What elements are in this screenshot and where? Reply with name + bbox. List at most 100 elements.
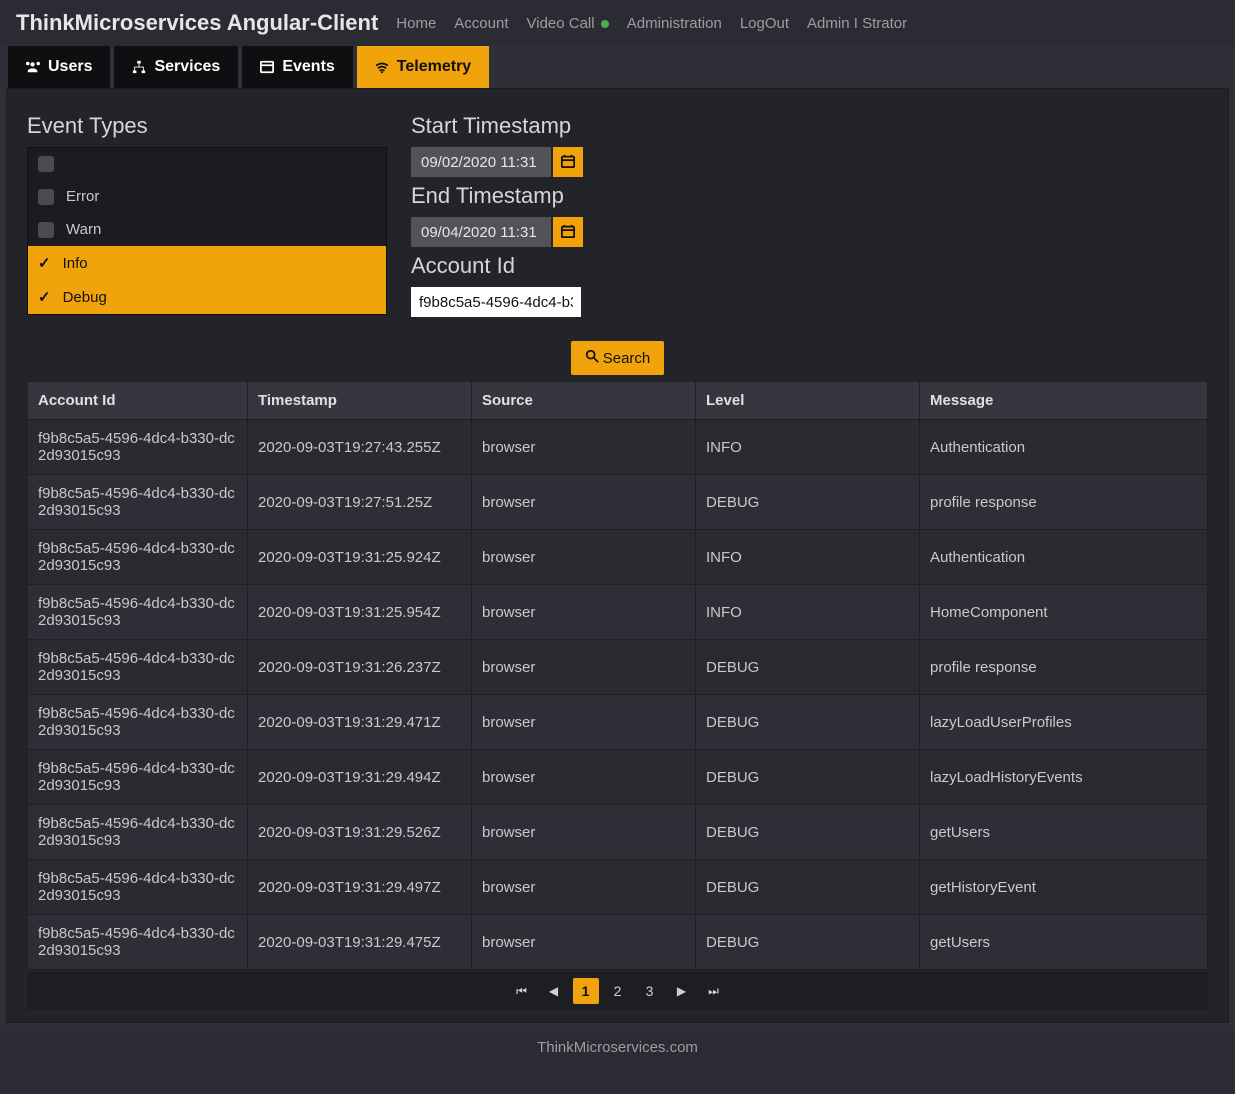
col-account-id[interactable]: Account Id	[28, 382, 248, 420]
event-type-debug[interactable]: ✓ Debug	[28, 280, 386, 314]
table-row[interactable]: f9b8c5a5-4596-4dc4-b330-dc2d93015c932020…	[28, 915, 1208, 970]
tab-users-label: Users	[48, 58, 92, 76]
cell-timestamp: 2020-09-03T19:31:25.954Z	[248, 585, 472, 640]
telemetry-table: Account Id Timestamp Source Level Messag…	[27, 381, 1208, 970]
cell-level: DEBUG	[696, 860, 920, 915]
cell-level: DEBUG	[696, 750, 920, 805]
event-types-heading: Event Types	[27, 113, 387, 139]
paginator-page-3[interactable]: 3	[637, 978, 663, 1004]
table-row[interactable]: f9b8c5a5-4596-4dc4-b330-dc2d93015c932020…	[28, 860, 1208, 915]
nav-account[interactable]: Account	[454, 15, 508, 32]
cell-message: lazyLoadUserProfiles	[920, 695, 1208, 750]
end-timestamp-picker-button[interactable]	[553, 217, 583, 247]
cell-account-id: f9b8c5a5-4596-4dc4-b330-dc2d93015c93	[28, 805, 248, 860]
table-body: f9b8c5a5-4596-4dc4-b330-dc2d93015c932020…	[28, 420, 1208, 970]
col-timestamp[interactable]: Timestamp	[248, 382, 472, 420]
cell-message: getUsers	[920, 805, 1208, 860]
checkbox-icon	[38, 222, 54, 238]
paginator-page-1[interactable]: 1	[573, 978, 599, 1004]
event-types-section: Event Types Error Warn ✓	[27, 113, 387, 315]
cell-account-id: f9b8c5a5-4596-4dc4-b330-dc2d93015c93	[28, 915, 248, 970]
search-button[interactable]: Search	[571, 341, 665, 375]
wifi-icon	[375, 60, 389, 74]
sitemap-icon	[132, 60, 146, 74]
event-type-debug-label: Debug	[63, 289, 107, 306]
tab-telemetry-label: Telemetry	[397, 58, 471, 76]
nav-administration[interactable]: Administration	[627, 15, 722, 32]
calendar-icon	[260, 60, 274, 74]
table-row[interactable]: f9b8c5a5-4596-4dc4-b330-dc2d93015c932020…	[28, 420, 1208, 475]
account-id-input[interactable]	[411, 287, 581, 317]
account-id-heading: Account Id	[411, 253, 583, 279]
checkbox-icon	[38, 189, 54, 205]
table-row[interactable]: f9b8c5a5-4596-4dc4-b330-dc2d93015c932020…	[28, 640, 1208, 695]
cell-level: INFO	[696, 585, 920, 640]
paginator-last[interactable]: ⏭	[701, 978, 727, 1004]
cell-source: browser	[472, 750, 696, 805]
nav-video-call[interactable]: Video Call	[527, 15, 609, 32]
event-type-info-label: Info	[63, 255, 88, 272]
table-row[interactable]: f9b8c5a5-4596-4dc4-b330-dc2d93015c932020…	[28, 805, 1208, 860]
cell-message: lazyLoadHistoryEvents	[920, 750, 1208, 805]
table-row[interactable]: f9b8c5a5-4596-4dc4-b330-dc2d93015c932020…	[28, 475, 1208, 530]
paginator-page-2[interactable]: 2	[605, 978, 631, 1004]
cell-source: browser	[472, 860, 696, 915]
start-timestamp-heading: Start Timestamp	[411, 113, 583, 139]
start-timestamp-picker-button[interactable]	[553, 147, 583, 177]
calendar-icon	[561, 154, 575, 171]
cell-level: DEBUG	[696, 805, 920, 860]
table-row[interactable]: f9b8c5a5-4596-4dc4-b330-dc2d93015c932020…	[28, 750, 1208, 805]
table-row[interactable]: f9b8c5a5-4596-4dc4-b330-dc2d93015c932020…	[28, 585, 1208, 640]
event-type-all[interactable]	[28, 148, 386, 180]
nav-logout[interactable]: LogOut	[740, 15, 789, 32]
first-page-icon: ⏮	[516, 984, 527, 999]
cell-source: browser	[472, 585, 696, 640]
cell-account-id: f9b8c5a5-4596-4dc4-b330-dc2d93015c93	[28, 530, 248, 585]
cell-account-id: f9b8c5a5-4596-4dc4-b330-dc2d93015c93	[28, 860, 248, 915]
event-type-error-label: Error	[66, 188, 99, 205]
tab-telemetry[interactable]: Telemetry	[357, 46, 489, 88]
paginator-next[interactable]: ▶	[669, 978, 695, 1004]
paginator-prev[interactable]: ◀	[541, 978, 567, 1004]
cell-level: DEBUG	[696, 640, 920, 695]
col-message[interactable]: Message	[920, 382, 1208, 420]
end-timestamp-input[interactable]	[411, 217, 551, 247]
cell-timestamp: 2020-09-03T19:31:29.526Z	[248, 805, 472, 860]
cell-timestamp: 2020-09-03T19:31:29.471Z	[248, 695, 472, 750]
cell-source: browser	[472, 640, 696, 695]
tab-users[interactable]: Users	[8, 46, 110, 88]
filters: Event Types Error Warn ✓	[27, 113, 1208, 323]
cell-level: INFO	[696, 530, 920, 585]
admin-tabs: Users Services Events Telemetry	[6, 46, 1229, 88]
tab-events-label: Events	[282, 58, 334, 76]
tab-events[interactable]: Events	[242, 46, 352, 88]
event-type-error[interactable]: Error	[28, 180, 386, 213]
search-button-label: Search	[603, 350, 651, 367]
cell-timestamp: 2020-09-03T19:31:26.237Z	[248, 640, 472, 695]
table-row[interactable]: f9b8c5a5-4596-4dc4-b330-dc2d93015c932020…	[28, 530, 1208, 585]
checkbox-icon	[38, 156, 54, 172]
cell-source: browser	[472, 695, 696, 750]
cell-account-id: f9b8c5a5-4596-4dc4-b330-dc2d93015c93	[28, 585, 248, 640]
cell-account-id: f9b8c5a5-4596-4dc4-b330-dc2d93015c93	[28, 475, 248, 530]
tab-services[interactable]: Services	[114, 46, 238, 88]
search-icon	[585, 349, 599, 367]
event-type-info[interactable]: ✓ Info	[28, 246, 386, 280]
cell-account-id: f9b8c5a5-4596-4dc4-b330-dc2d93015c93	[28, 420, 248, 475]
start-timestamp-input[interactable]	[411, 147, 551, 177]
telemetry-panel: Event Types Error Warn ✓	[6, 88, 1229, 1023]
cell-level: DEBUG	[696, 475, 920, 530]
paginator-first[interactable]: ⏮	[509, 978, 535, 1004]
cell-level: DEBUG	[696, 695, 920, 750]
nav-video-call-label: Video Call	[527, 15, 595, 32]
check-icon: ✓	[38, 254, 51, 272]
cell-source: browser	[472, 420, 696, 475]
col-source[interactable]: Source	[472, 382, 696, 420]
cell-message: HomeComponent	[920, 585, 1208, 640]
nav-home[interactable]: Home	[396, 15, 436, 32]
col-level[interactable]: Level	[696, 382, 920, 420]
users-icon	[26, 60, 40, 74]
event-type-warn[interactable]: Warn	[28, 213, 386, 246]
cell-message: profile response	[920, 640, 1208, 695]
table-row[interactable]: f9b8c5a5-4596-4dc4-b330-dc2d93015c932020…	[28, 695, 1208, 750]
